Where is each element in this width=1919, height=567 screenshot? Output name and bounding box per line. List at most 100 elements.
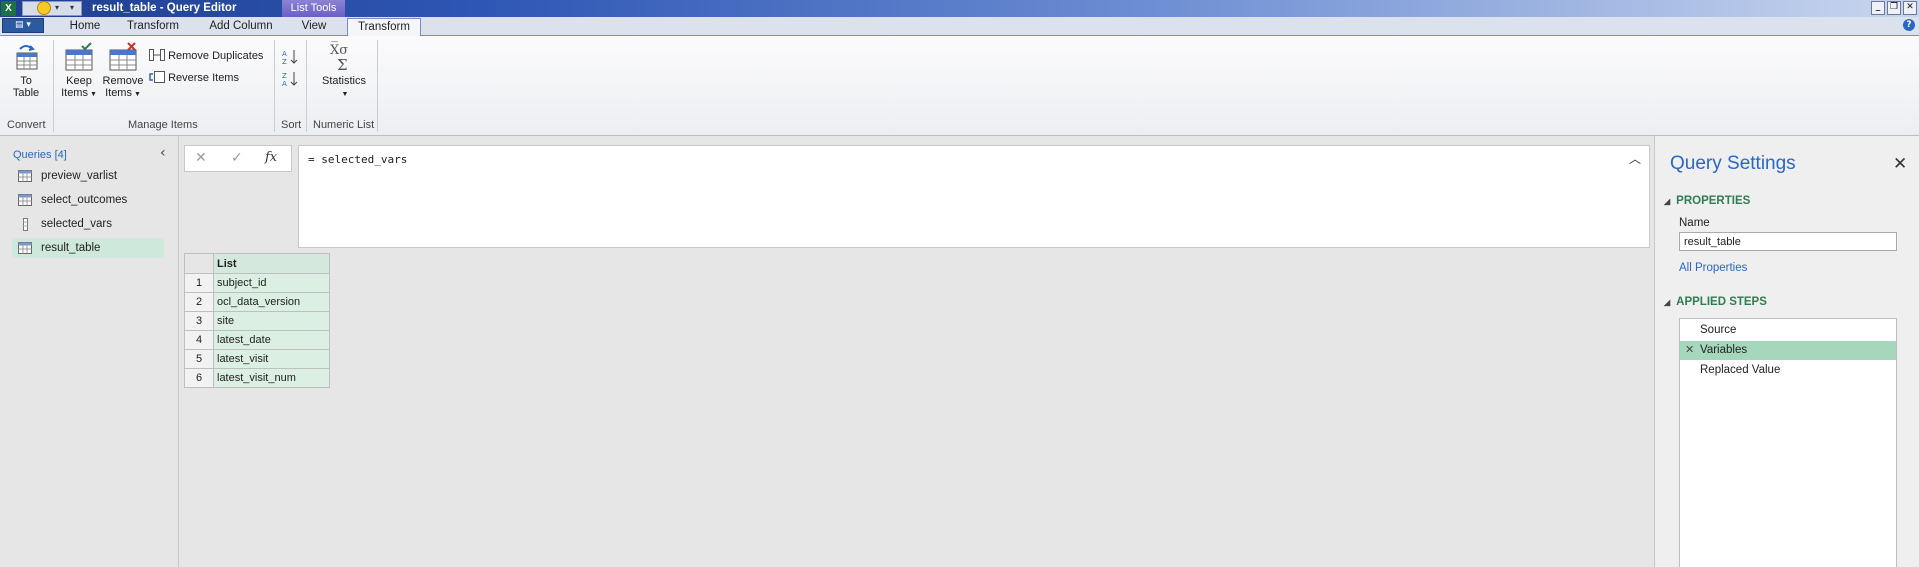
cancel-formula-icon[interactable]: ✕ xyxy=(195,150,207,166)
ribbon-tab-row: ▤ ▾ Home Transform Add Column View Trans… xyxy=(0,17,1919,36)
sort-descending-button[interactable]: Z A xyxy=(282,70,300,88)
grid-cell[interactable]: latest_date xyxy=(213,330,330,350)
remove-duplicates-label: Remove Duplicates xyxy=(168,50,264,62)
table-row: 4 latest_date xyxy=(184,330,330,350)
statistics-label: Statistics xyxy=(321,75,366,87)
excel-icon: X xyxy=(1,1,16,16)
keep-items-button[interactable]: Keep Items ▼ xyxy=(58,42,100,101)
grid-cell[interactable]: ocl_data_version xyxy=(213,292,330,312)
data-grid: List 1 subject_id 2 ocl_data_version 3 s… xyxy=(184,253,330,388)
fx-icon[interactable]: fx xyxy=(265,150,277,165)
query-settings-pane: Query Settings ✕ ◢ PROPERTIES Name All Pr… xyxy=(1654,136,1919,567)
collapse-pane-icon[interactable]: ‹ xyxy=(160,145,166,161)
table-icon xyxy=(18,170,32,182)
list-icon xyxy=(23,218,28,231)
contextual-tab-group: List Tools xyxy=(282,0,345,17)
step-replaced-value[interactable]: Replaced Value xyxy=(1680,361,1896,380)
sort-descending-icon: Z A xyxy=(282,72,298,88)
tab-transform[interactable]: Transform xyxy=(118,18,188,35)
remove-duplicates-button[interactable]: Remove Duplicates xyxy=(149,49,263,62)
to-table-label-1: To xyxy=(20,75,32,87)
grid-cell[interactable]: site xyxy=(213,311,330,331)
column-header-list[interactable]: List xyxy=(213,253,330,274)
close-icon[interactable]: ✕ xyxy=(1903,1,1917,15)
table-row: 5 latest_visit xyxy=(184,349,330,369)
grid-corner[interactable] xyxy=(184,253,214,274)
name-label: Name xyxy=(1679,217,1710,229)
collapse-triangle-icon: ◢ xyxy=(1664,298,1671,307)
applied-steps-list: Source ✕ Variables Replaced Value xyxy=(1679,318,1897,567)
remove-items-icon xyxy=(109,42,137,71)
table-row: 3 site xyxy=(184,311,330,331)
qat-customize-icon[interactable]: ▾ xyxy=(70,3,74,12)
grid-cell[interactable]: latest_visit xyxy=(213,349,330,369)
query-item-preview-varlist[interactable]: preview_varlist xyxy=(12,166,164,186)
ribbon: To Table Convert Keep Items ▼ Remove Item… xyxy=(0,36,1919,136)
reverse-items-button[interactable]: Reverse Items xyxy=(149,71,239,84)
title-bar: X ▾ ▾ result_table - Query Editor List T… xyxy=(0,0,1919,17)
grid-cell[interactable]: latest_visit_num xyxy=(213,368,330,388)
svg-text:Z: Z xyxy=(282,58,287,66)
grid-cell[interactable]: subject_id xyxy=(213,273,330,293)
table-icon xyxy=(18,242,32,254)
restore-icon[interactable]: ❐ xyxy=(1887,1,1901,15)
remove-items-button[interactable]: Remove Items ▼ xyxy=(101,42,145,101)
query-item-result-table[interactable]: result_table xyxy=(12,238,164,258)
close-icon[interactable]: ✕ xyxy=(1893,154,1907,174)
properties-label: PROPERTIES xyxy=(1676,195,1751,207)
row-number: 1 xyxy=(184,273,214,293)
chevron-down-icon: ▼ xyxy=(89,91,97,98)
help-icon[interactable]: ? xyxy=(1903,19,1915,31)
group-separator xyxy=(377,40,378,132)
properties-section-header[interactable]: ◢ PROPERTIES xyxy=(1664,195,1750,207)
to-table-label-2: Table xyxy=(12,87,40,99)
step-variables[interactable]: ✕ Variables xyxy=(1680,341,1896,360)
applied-steps-label: APPLIED STEPS xyxy=(1676,296,1767,308)
table-row: 6 latest_visit_num xyxy=(184,368,330,388)
step-label: Source xyxy=(1700,324,1737,336)
group-label-manage-items: Manage Items xyxy=(128,119,198,131)
query-label: result_table xyxy=(41,242,101,254)
reverse-items-icon xyxy=(149,71,165,83)
chevron-up-icon[interactable]: ︿ xyxy=(1629,150,1641,167)
to-table-button[interactable]: To Table xyxy=(6,42,46,99)
undo-arrow-icon[interactable]: ▾ xyxy=(55,3,59,12)
all-properties-link[interactable]: All Properties xyxy=(1679,262,1747,274)
statistics-button[interactable]: X̅σ Σ Statistics ▼ xyxy=(316,40,372,101)
collapse-triangle-icon: ◢ xyxy=(1664,197,1671,206)
query-name-field[interactable] xyxy=(1679,232,1897,251)
query-item-select-outcomes[interactable]: select_outcomes xyxy=(12,190,164,210)
step-source[interactable]: Source xyxy=(1680,321,1896,340)
minimize-icon[interactable]: _ xyxy=(1871,1,1885,15)
keep-items-icon xyxy=(65,42,93,71)
file-menu-button[interactable]: ▤ ▾ xyxy=(2,18,44,33)
table-row: 1 subject_id xyxy=(184,273,330,293)
row-number: 2 xyxy=(184,292,214,312)
keep-items-label-2: Items xyxy=(61,87,88,99)
applied-steps-section-header[interactable]: ◢ APPLIED STEPS xyxy=(1664,296,1767,308)
commit-formula-icon[interactable]: ✓ xyxy=(231,150,243,166)
group-separator xyxy=(306,40,307,132)
step-label: Variables xyxy=(1700,344,1748,356)
group-label-numeric-list: Numeric List xyxy=(313,119,375,131)
delete-step-icon[interactable]: ✕ xyxy=(1685,341,1694,360)
tab-home[interactable]: Home xyxy=(58,18,112,35)
queries-header[interactable]: Queries [4] xyxy=(13,149,67,161)
formula-input[interactable]: = selected_vars ︿ xyxy=(298,145,1650,248)
formula-text[interactable]: = selected_vars xyxy=(308,153,407,166)
sort-ascending-button[interactable]: A Z xyxy=(282,48,300,66)
tab-view[interactable]: View xyxy=(292,18,336,35)
remove-duplicates-icon xyxy=(149,49,165,61)
remove-items-label-1: Remove xyxy=(102,75,144,87)
smiley-feedback-icon[interactable] xyxy=(37,1,51,15)
svg-text:A: A xyxy=(282,80,287,88)
query-label: preview_varlist xyxy=(41,170,118,182)
query-item-selected-vars[interactable]: selected_vars xyxy=(12,214,164,234)
statistics-icon: X̅σ Σ xyxy=(330,42,348,74)
group-label-sort: Sort xyxy=(281,119,302,131)
to-table-icon xyxy=(16,45,38,70)
query-label: select_outcomes xyxy=(41,194,128,206)
tab-list-transform[interactable]: Transform xyxy=(347,18,421,36)
sort-ascending-icon: A Z xyxy=(282,50,298,66)
tab-add-column[interactable]: Add Column xyxy=(200,18,282,35)
